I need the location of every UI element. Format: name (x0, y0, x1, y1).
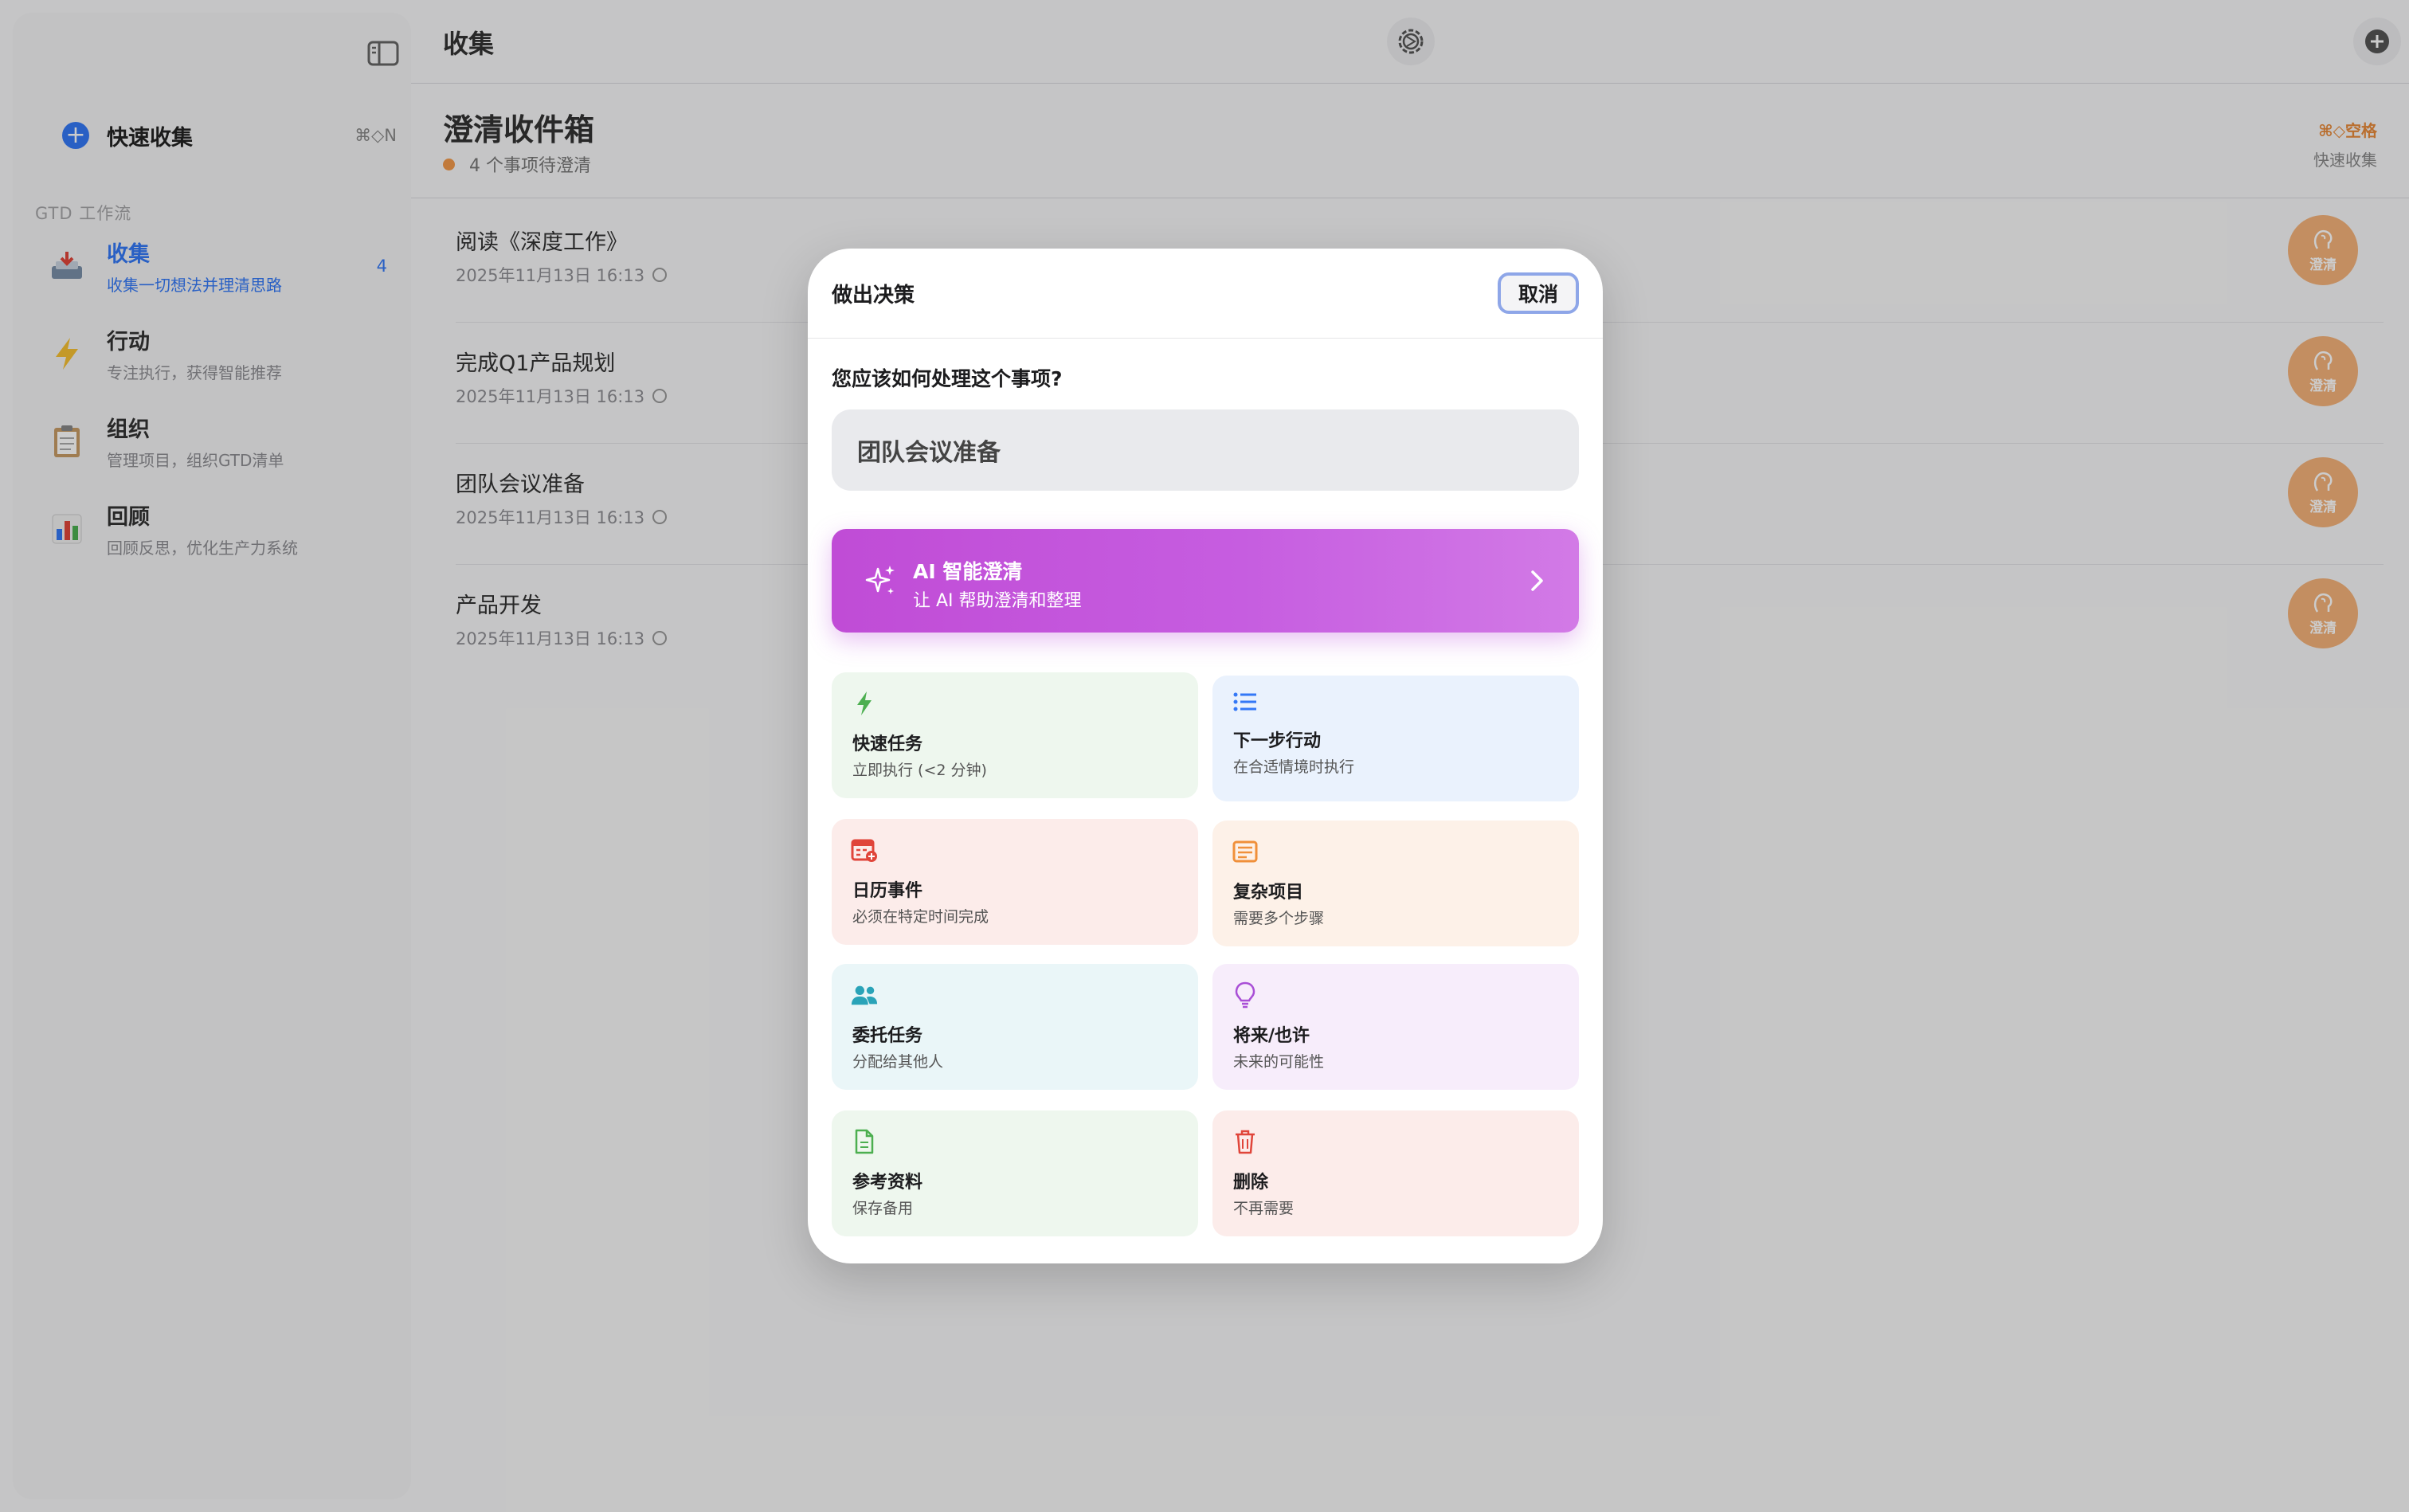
ai-subtitle: 让 AI 帮助澄清和整理 (913, 591, 1082, 611)
option-title: 参考资料 (852, 1173, 923, 1193)
sparkles-icon (865, 566, 895, 594)
option-subtitle: 需要多个步骤 (1233, 910, 1325, 927)
option-title: 将来/也许 (1233, 1026, 1310, 1046)
option-title: 委托任务 (852, 1026, 923, 1046)
people-icon (851, 981, 878, 1009)
option-subtitle: 保存备用 (852, 1200, 914, 1217)
chevron-right-icon (1531, 570, 1543, 591)
option-calendar-event[interactable]: 日历事件 必须在特定时间完成 (832, 819, 1198, 945)
option-subtitle: 在合适情境时执行 (1233, 758, 1355, 776)
option-delegate-task[interactable]: 委托任务 分配给其他人 (832, 964, 1198, 1090)
option-subtitle: 不再需要 (1233, 1200, 1295, 1217)
document-icon (851, 1128, 878, 1155)
project-icon (1232, 838, 1259, 865)
option-complex-project[interactable]: 复杂项目 需要多个步骤 (1212, 821, 1579, 946)
dialog-title: 做出决策 (832, 284, 915, 307)
option-title: 删除 (1233, 1173, 1269, 1193)
option-reference[interactable]: 参考资料 保存备用 (832, 1110, 1198, 1236)
option-delete[interactable]: 删除 不再需要 (1212, 1110, 1579, 1236)
option-subtitle: 未来的可能性 (1233, 1053, 1325, 1071)
item-name-display: 团队会议准备 (832, 409, 1579, 491)
option-quick-task[interactable]: 快速任务 立即执行 (<2 分钟) (832, 672, 1198, 798)
trash-icon (1232, 1128, 1259, 1155)
lightning-icon (851, 690, 878, 717)
ai-clarify-button[interactable]: AI 智能澄清 让 AI 帮助澄清和整理 (832, 529, 1579, 633)
list-icon (1232, 688, 1259, 715)
calendar-icon (851, 836, 878, 864)
lightbulb-icon (1232, 981, 1259, 1009)
option-subtitle: 分配给其他人 (852, 1053, 944, 1071)
decision-dialog: 做出决策 取消 您应该如何处理这个事项? 团队会议准备 AI 智能澄清 让 AI… (808, 249, 1603, 1263)
option-title: 下一步行动 (1233, 731, 1322, 751)
option-next-action[interactable]: 下一步行动 在合适情境时执行 (1212, 676, 1579, 801)
option-title: 快速任务 (852, 734, 923, 754)
option-title: 日历事件 (852, 881, 923, 901)
option-someday-maybe[interactable]: 将来/也许 未来的可能性 (1212, 964, 1579, 1090)
ai-title: AI 智能澄清 (913, 560, 1023, 583)
cancel-button[interactable]: 取消 (1498, 272, 1579, 314)
option-title: 复杂项目 (1233, 883, 1304, 903)
dialog-question: 您应该如何处理这个事项? (832, 367, 1063, 390)
option-subtitle: 必须在特定时间完成 (852, 908, 989, 926)
option-subtitle: 立即执行 (<2 分钟) (852, 762, 987, 779)
dialog-header: 做出决策 取消 (808, 249, 1603, 339)
